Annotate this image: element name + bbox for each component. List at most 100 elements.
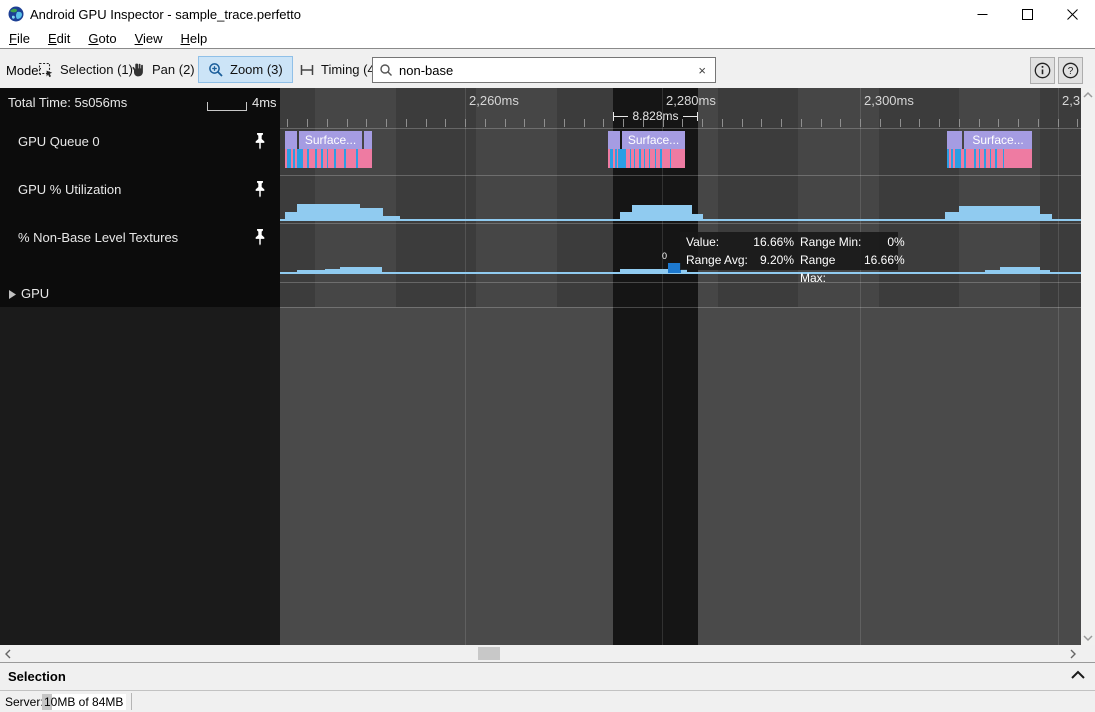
ruler-tick <box>445 119 446 127</box>
time-gridline <box>1058 88 1059 645</box>
time-gridline <box>465 88 466 645</box>
search-input[interactable] <box>399 63 695 78</box>
ruler-tick <box>1018 119 1019 127</box>
track-separator <box>280 282 1081 283</box>
track-label-gpu-utilization[interactable]: GPU % Utilization <box>18 182 121 197</box>
mode-button-label: Zoom (3) <box>230 62 283 77</box>
app-logo-icon <box>8 6 24 22</box>
selection-panel-title: Selection <box>8 669 66 684</box>
counter-tooltip: Value: 16.66% Range Min: 0% Range Avg: 9… <box>680 232 898 270</box>
time-gridline <box>662 88 663 645</box>
timeline-area[interactable]: 2,260ms2,280ms2,300ms2,3 8.828ms Total T… <box>0 88 1081 645</box>
queue-slice[interactable] <box>618 149 626 168</box>
scroll-right-icon[interactable] <box>1069 649 1077 659</box>
ruler-tick <box>702 119 703 127</box>
close-button[interactable] <box>1050 0 1095 28</box>
menu-file[interactable]: File <box>0 31 39 46</box>
ruler-tick <box>761 119 762 127</box>
mode-button-label: Timing (4) <box>321 62 379 77</box>
tooltip-range-max: 16.66% <box>864 251 905 287</box>
queue-slice[interactable] <box>662 149 670 168</box>
ruler-tick <box>603 119 604 127</box>
server-label: Server: <box>5 695 44 709</box>
surface-slice[interactable] <box>285 131 297 149</box>
info-button[interactable] <box>1030 57 1055 84</box>
time-selection-highlight <box>613 88 698 645</box>
surface-slice[interactable] <box>947 131 962 149</box>
queue-slice[interactable] <box>346 149 356 168</box>
utilization-step <box>632 205 692 220</box>
nonbase-step <box>1000 267 1040 273</box>
nonbase-step <box>340 267 382 273</box>
mode-button-zoom[interactable]: Zoom (3) <box>198 56 293 83</box>
ruler-tick <box>426 119 427 127</box>
ruler-tick <box>524 119 525 127</box>
track-label-gpu-queue-0[interactable]: GPU Queue 0 <box>18 134 100 149</box>
surface-slice[interactable]: Surface... <box>964 131 1032 149</box>
scroll-left-icon[interactable] <box>4 649 12 659</box>
utilization-step <box>1040 214 1052 220</box>
scroll-up-icon[interactable] <box>1083 91 1093 99</box>
time-axis-label: 2,260ms <box>469 93 519 108</box>
minimize-button[interactable] <box>960 0 1005 28</box>
scroll-down-icon[interactable] <box>1083 634 1093 642</box>
ruler-tick <box>505 119 506 127</box>
menu-edit[interactable]: Edit <box>39 31 79 46</box>
scrollbar-thumb[interactable] <box>478 647 500 660</box>
track-label-nonbase-textures[interactable]: % Non-Base Level Textures <box>18 230 178 245</box>
nonbase-step <box>297 270 325 273</box>
ruler-tick <box>307 119 308 127</box>
hover-point-label: 0 <box>662 251 667 261</box>
ruler-tick <box>327 119 328 127</box>
horizontal-scrollbar[interactable] <box>0 645 1095 662</box>
maximize-button[interactable] <box>1005 0 1050 28</box>
menu-help[interactable]: Help <box>172 31 217 46</box>
svg-text:?: ? <box>1068 66 1074 77</box>
ruler-tick <box>979 119 980 127</box>
ruler-tick <box>998 119 999 127</box>
tooltip-value-label: Value: <box>686 233 748 251</box>
ruler-tick <box>366 119 367 127</box>
agi-window: Android GPU Inspector - sample_trace.per… <box>0 0 1095 712</box>
minimize-icon <box>977 9 988 20</box>
surface-slice[interactable] <box>364 131 372 149</box>
gpu-group-row[interactable]: GPU <box>21 286 49 301</box>
track-separator <box>280 128 1081 129</box>
mode-button-label: Pan (2) <box>152 62 195 77</box>
utilization-step <box>360 208 383 220</box>
queue-slice[interactable] <box>1004 149 1032 168</box>
utilization-step <box>383 216 400 220</box>
ruler-tick <box>347 119 348 127</box>
help-button[interactable]: ? <box>1058 57 1083 84</box>
tooltip-range-avg: 9.20% <box>748 251 794 287</box>
surface-slice[interactable]: Surface... <box>622 131 685 149</box>
time-axis-label: 2,300ms <box>864 93 914 108</box>
queue-slice[interactable] <box>966 149 974 168</box>
timeline-band <box>1040 88 1082 307</box>
menu-goto[interactable]: Goto <box>79 31 125 46</box>
pin-icon[interactable] <box>253 180 267 199</box>
tooltip-range-min-label: Range Min: <box>794 233 864 251</box>
mode-button-pan[interactable]: Pan (2) <box>120 56 205 83</box>
queue-slice[interactable] <box>336 149 344 168</box>
ruler-tick <box>900 119 901 127</box>
vertical-scrollbar[interactable] <box>1081 88 1095 645</box>
search-box: × <box>372 57 716 83</box>
expand-arrow-icon[interactable] <box>9 290 16 299</box>
search-clear-button[interactable]: × <box>695 63 709 78</box>
surface-slice[interactable] <box>608 131 620 149</box>
selection-panel-header[interactable] <box>0 662 1095 691</box>
menu-view[interactable]: View <box>126 31 172 46</box>
pin-icon[interactable] <box>253 132 267 151</box>
surface-slice[interactable]: Surface... <box>299 131 362 149</box>
queue-slice[interactable] <box>671 149 685 168</box>
queue-slice[interactable] <box>358 149 372 168</box>
menu-bar: FileEditGotoViewHelp <box>0 28 1095 48</box>
pin-icon[interactable] <box>253 228 267 247</box>
status-bar <box>0 691 1095 712</box>
scale-ruler <box>207 102 247 111</box>
ruler-tick <box>742 119 743 127</box>
ruler-tick <box>465 119 466 127</box>
ruler-tick <box>564 119 565 127</box>
collapse-chevron-icon[interactable] <box>1070 670 1086 680</box>
